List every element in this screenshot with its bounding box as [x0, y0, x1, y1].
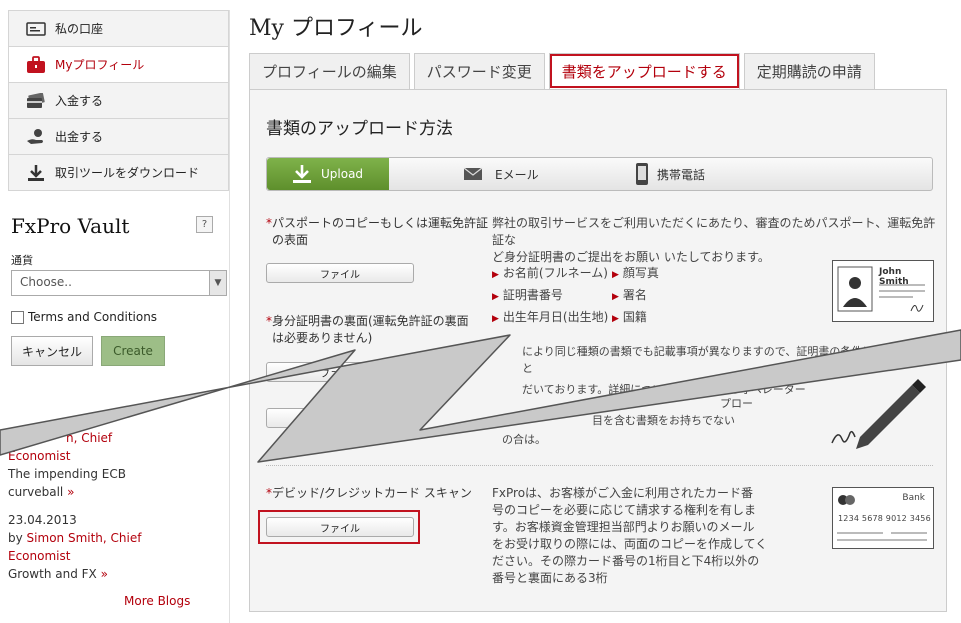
tab-upload-documents[interactable]: 書類をアップロードする: [548, 53, 740, 89]
sidebar-item-label: 出金する: [55, 130, 104, 144]
panel-title: 書類のアップロード方法: [266, 119, 453, 139]
requirement-passport: *パスポートのコピーもしくは運転免許証 の表面: [266, 216, 489, 247]
blog-date: 23.04.2013: [8, 513, 77, 527]
file-button-card[interactable]: ファイル: [266, 517, 414, 537]
card-number: 1234 5678 9012 3456: [838, 514, 931, 523]
sidebar-item-label: 私の口座: [55, 22, 104, 36]
file-button-passport[interactable]: ファイル: [266, 263, 414, 283]
other-documents-note-2: 目を含む書類をお持ちでない の合は。: [502, 414, 735, 446]
currency-select-value: Choose..: [20, 275, 72, 289]
help-icon[interactable]: ?: [196, 216, 213, 233]
sidebar-item-my-profile[interactable]: Myプロフィール: [9, 47, 228, 83]
required-items-left: ▶ お名前(フルネーム) ▶ 証明書番号 ▶ 出生年月日(出生地): [492, 266, 609, 324]
sidebar-item-download-tools[interactable]: 取引ツールをダウンロード: [9, 155, 228, 191]
tab-subscription[interactable]: 定期購読の申請: [743, 53, 875, 89]
blog-title: The impending ECB: [8, 467, 126, 481]
blog-more-link[interactable]: »: [101, 567, 108, 581]
card-description: FxProは、お客様がご入金に利用されたカード番 号のコピーを必要に応じて請求す…: [492, 486, 768, 585]
vault-widget: FxPro Vault ? 通貨 Choose.. ▼ Terms and Co…: [11, 214, 227, 366]
terms-row: Terms and Conditions: [11, 310, 211, 324]
sidebar-item-label: Myプロフィール: [55, 58, 145, 72]
sidebar-item-my-account[interactable]: 私の口座: [9, 11, 228, 47]
upload-method-bar: Upload Eメール 携帯電話: [266, 157, 933, 191]
blog-author-link[interactable]: h, Chief: [66, 431, 112, 445]
sidebar-item-label: 取引ツールをダウンロード: [55, 166, 200, 180]
phone-method-label: 携帯電話: [657, 167, 706, 182]
sidebar-menu: 私の口座 Myプロフィール 入金する 出金する 取引ツールをダウンロード: [8, 10, 229, 191]
pen-signature-icon: [831, 379, 926, 449]
sidebar-item-label: 入金する: [55, 94, 104, 108]
create-button[interactable]: Create: [101, 336, 165, 366]
vault-title: FxPro Vault: [11, 214, 130, 238]
phone-method-button[interactable]: 携帯電話: [635, 158, 705, 190]
upload-panel: 書類のアップロード方法 Upload Eメール 携帯電話 *パスポートのコピーも…: [249, 89, 947, 612]
file-button-extra[interactable]: ファイル: [266, 408, 414, 428]
blog-by: by: [8, 531, 23, 545]
email-icon: [463, 167, 483, 180]
blog-entry: 23.04.2013 by Simon Smith, Chief Economi…: [8, 511, 141, 583]
withdraw-hand-icon: [25, 128, 47, 146]
card-bank-label: Bank: [902, 493, 925, 503]
currency-label: 通貨: [11, 254, 33, 267]
page-title: My プロフィール: [249, 16, 423, 41]
deposit-card-icon: [25, 92, 47, 110]
sidebar-item-withdraw[interactable]: 出金する: [9, 119, 228, 155]
chevron-down-icon[interactable]: ▼: [209, 271, 226, 295]
blog-more-link[interactable]: »: [67, 485, 74, 499]
id-card-illustration: John Smith: [832, 260, 934, 322]
blog-entry: h, Chief Economist The impending ECB cur…: [8, 429, 126, 501]
upload-method-button[interactable]: Upload: [267, 158, 389, 190]
sidebar-item-deposit[interactable]: 入金する: [9, 83, 228, 119]
section-divider: [266, 465, 933, 466]
currency-select[interactable]: Choose.. ▼: [11, 270, 227, 296]
tab-change-password[interactable]: パスワード変更: [413, 53, 545, 89]
blog-author-link[interactable]: Simon Smith, Chief: [27, 531, 142, 545]
passport-description: 弊社の取引サービスをご利用いただくにあたり、審査のためパスポート、運転免許証な …: [492, 216, 936, 264]
blog-title: curveball: [8, 485, 64, 499]
blog-author-link[interactable]: Economist: [8, 449, 70, 463]
cancel-button[interactable]: キャンセル: [11, 336, 93, 366]
profile-tabs: プロフィールの編集 パスワード変更 書類をアップロードする 定期購読の申請: [249, 53, 875, 89]
briefcase-icon: [25, 55, 47, 74]
terms-label: Terms and Conditions: [28, 310, 158, 324]
credit-card-illustration: Bank 1234 5678 9012 3456: [832, 487, 934, 549]
more-blogs-link[interactable]: More Blogs: [124, 594, 190, 608]
requirement-card-scan: *デビッド/クレジットカード スキャン: [266, 486, 472, 500]
mobile-phone-icon: [636, 163, 648, 185]
tab-edit-profile[interactable]: プロフィールの編集: [249, 53, 410, 89]
blog-author-link[interactable]: Economist: [8, 549, 70, 563]
requirement-id-back: *身分証明書の裏面(運転免許証の裏面 は必要ありません): [266, 314, 469, 345]
required-items-right: ▶ 顔写真 ▶ 署名 ▶ 国籍: [612, 266, 659, 324]
email-method-label: Eメール: [495, 167, 539, 182]
terms-checkbox[interactable]: [11, 310, 24, 324]
account-card-icon: [25, 20, 47, 38]
id-card-name: John Smith: [879, 267, 909, 287]
upload-icon: [293, 165, 311, 183]
email-method-button[interactable]: Eメール: [463, 158, 539, 190]
blog-title: Growth and FX: [8, 567, 97, 581]
download-icon: [25, 164, 47, 182]
file-button-id-back[interactable]: ファイル: [266, 362, 414, 382]
other-documents-note: プロー: [720, 397, 753, 410]
upload-method-label: Upload: [321, 167, 364, 181]
